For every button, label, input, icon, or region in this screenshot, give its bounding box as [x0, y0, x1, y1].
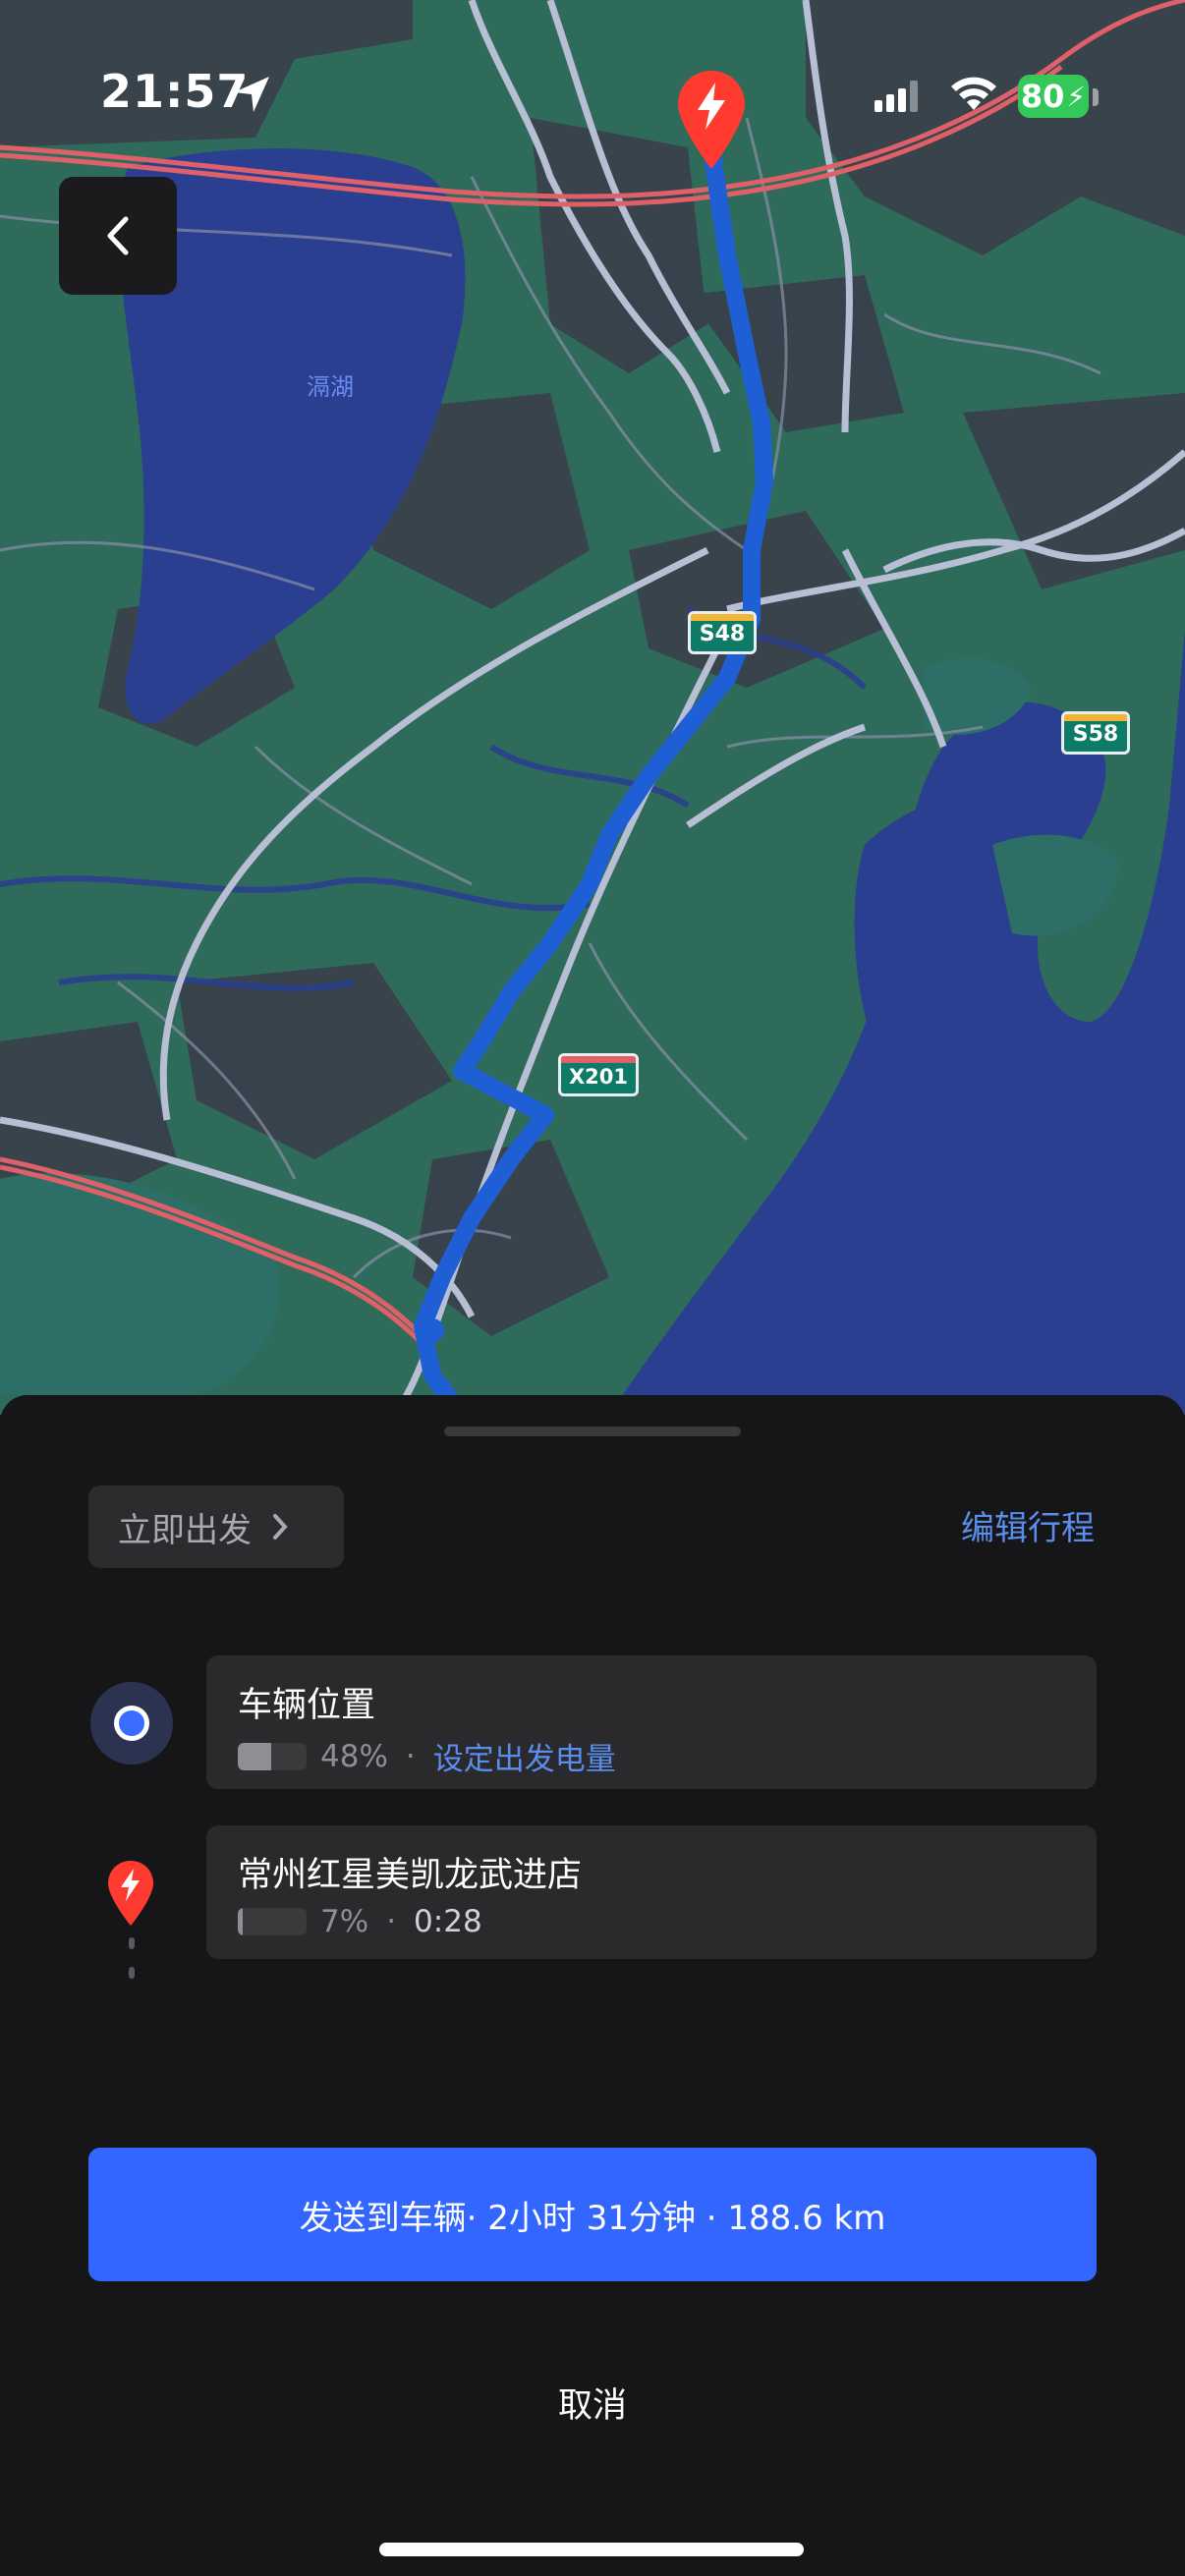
set-departure-charge-link[interactable]: 设定出发电量 [433, 1734, 616, 1778]
charging-bolt-icon: ⚡ [1066, 80, 1087, 113]
back-button[interactable] [59, 177, 177, 295]
destination-eta: 0:28 [414, 1904, 482, 1939]
road-shield-s58: S58 [1061, 711, 1130, 755]
cellular-signal-icon [875, 81, 918, 116]
chevron-right-icon [273, 1514, 288, 1540]
road-shield-s48: S48 [688, 611, 757, 654]
send-to-vehicle-button[interactable]: 发送到车辆· 2小时 31分钟 · 188.6 km [88, 2148, 1097, 2281]
depart-now-label: 立即出发 [118, 1510, 252, 1550]
destination-battery-percent: 7% [320, 1904, 369, 1939]
origin-marker-icon [90, 1682, 173, 1764]
sheet-handle[interactable] [444, 1427, 741, 1436]
origin-battery-percent: 48% [320, 1738, 388, 1774]
map-view[interactable]: 滆湖 S48 S58 X201 [0, 0, 1185, 1415]
depart-now-button[interactable]: 立即出发 [88, 1485, 344, 1568]
lake-label: 滆湖 [307, 373, 354, 401]
edit-trip-link[interactable]: 编辑行程 [961, 1501, 1095, 1549]
battery-indicator: 80 ⚡ [1018, 75, 1089, 118]
trip-sheet: 立即出发 编辑行程 车辆位置 48% · 设定出发电量 常州红星美凯龙武进店 7… [0, 1395, 1185, 2576]
location-arrow-icon [232, 75, 271, 118]
battery-level-icon [238, 1908, 307, 1935]
road-shield-x201: X201 [558, 1053, 639, 1096]
chevron-left-icon [107, 216, 129, 255]
origin-stop-name: 车辆位置 [238, 1686, 376, 1725]
status-bar: 21:57 80 ⚡ [0, 0, 1185, 196]
destination-stop-card[interactable]: 常州红星美凯龙武进店 7% · 0:28 [206, 1825, 1097, 1959]
clock: 21:57 [100, 65, 250, 118]
destination-stop-name: 常州红星美凯龙武进店 [238, 1856, 583, 1895]
origin-stop-card[interactable]: 车辆位置 48% · 设定出发电量 [206, 1655, 1097, 1789]
wifi-icon [949, 75, 998, 118]
cancel-button[interactable]: 取消 [0, 2378, 1185, 2428]
destination-marker-icon [108, 1861, 153, 1930]
home-indicator [379, 2543, 804, 2556]
battery-level-icon [238, 1742, 307, 1770]
